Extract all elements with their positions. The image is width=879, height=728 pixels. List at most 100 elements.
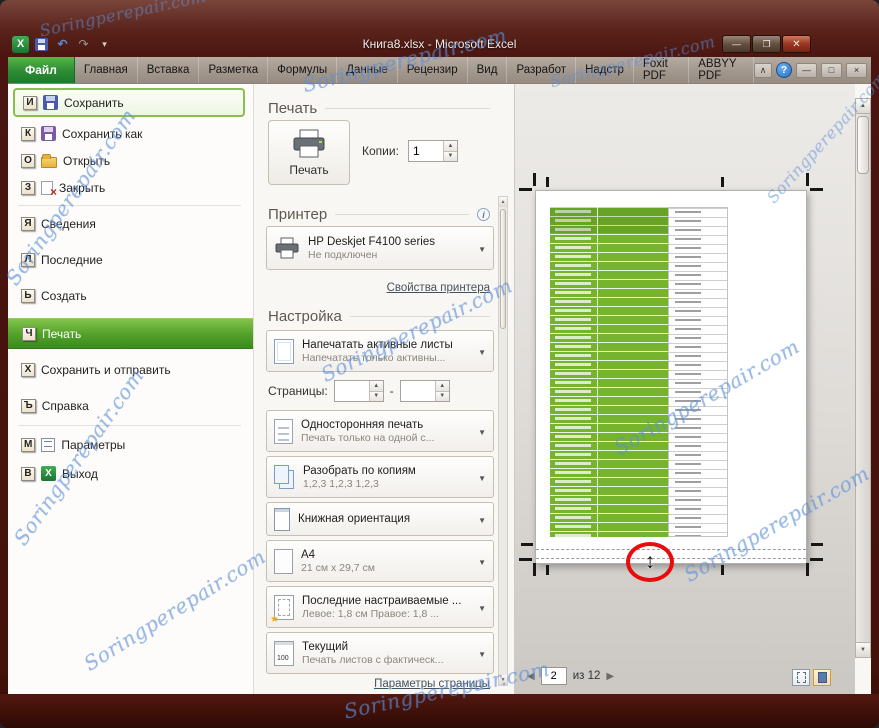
sidebar-item-recent[interactable]: Л Последние xyxy=(13,246,245,273)
tab-view[interactable]: Вид xyxy=(468,57,508,83)
info-icon[interactable] xyxy=(477,208,490,221)
doc-minimize-button[interactable] xyxy=(796,62,817,78)
preview-scrollbar[interactable] xyxy=(855,98,871,658)
keytip-badge: Ъ xyxy=(21,398,36,413)
sidebar-item-open[interactable]: О Открыть xyxy=(13,147,245,174)
margin-handle[interactable] xyxy=(533,173,536,186)
doc-restore-button[interactable] xyxy=(821,62,842,78)
excel-logo-icon[interactable]: X xyxy=(12,35,29,53)
page-setup-link[interactable]: Параметры страницы xyxy=(374,678,490,690)
chevron-down-icon xyxy=(478,342,486,360)
scroll-down-icon[interactable] xyxy=(856,642,870,657)
bottom-margin-line[interactable] xyxy=(536,549,806,550)
sidebar-item-save[interactable]: И Сохранить xyxy=(13,88,245,117)
margin-handle[interactable] xyxy=(806,173,809,186)
dropdown-subtitle: 1,2,3 1,2,3 1,2,3 xyxy=(303,477,379,490)
scaling-dropdown[interactable]: Текущий Печать листов с фактическ... xyxy=(266,632,494,674)
sidebar-item-options[interactable]: М Параметры xyxy=(13,431,245,458)
save-quick-button[interactable] xyxy=(33,36,50,53)
tab-review[interactable]: Рецензир xyxy=(398,57,468,83)
margin-handle[interactable] xyxy=(721,177,724,187)
minimize-button[interactable] xyxy=(722,35,751,53)
close-button[interactable] xyxy=(782,35,811,53)
tab-home[interactable]: Главная xyxy=(75,57,138,83)
sidebar-item-save-as[interactable]: К Сохранить как xyxy=(13,120,245,147)
margin-handle[interactable] xyxy=(810,558,823,561)
previous-page-icon[interactable] xyxy=(527,671,535,682)
scrollbar-thumb[interactable] xyxy=(857,116,869,174)
margin-handle[interactable] xyxy=(533,563,536,576)
backstage-view: И Сохранить К Сохранить как О Открыть З … xyxy=(8,84,871,694)
sidebar-item-close[interactable]: З Закрыть xyxy=(13,174,245,201)
next-page-icon[interactable] xyxy=(606,671,614,682)
spin-down-icon[interactable] xyxy=(435,390,449,401)
duplex-dropdown[interactable]: Односторонняя печать Печать только на од… xyxy=(266,410,494,452)
printer-dropdown[interactable]: HP Deskjet F4100 series Не подключен xyxy=(266,226,494,270)
help-icon[interactable] xyxy=(776,62,792,78)
scroll-up-icon[interactable] xyxy=(499,197,507,207)
sidebar-item-new[interactable]: Ь Создать xyxy=(13,282,245,309)
sidebar-item-label: Сохранить как xyxy=(62,126,143,141)
margin-handle[interactable] xyxy=(810,188,823,191)
margin-handle[interactable] xyxy=(546,177,549,187)
tab-developer[interactable]: Разработ xyxy=(507,57,577,83)
page-to-input[interactable] xyxy=(400,381,435,401)
tab-insert[interactable]: Вставка xyxy=(138,57,200,83)
copies-input[interactable] xyxy=(409,141,443,161)
print-button[interactable]: Печать xyxy=(268,120,350,185)
spin-down-icon[interactable] xyxy=(369,390,383,401)
margin-handle[interactable] xyxy=(811,543,823,546)
collate-dropdown[interactable]: Разобрать по копиям 1,2,3 1,2,3 1,2,3 xyxy=(266,456,494,498)
paper-size-dropdown[interactable]: A4 21 см x 29,7 см xyxy=(266,540,494,582)
qat-dropdown-icon[interactable] xyxy=(96,36,113,53)
tab-addins[interactable]: Надстр xyxy=(576,57,634,83)
margin-handle[interactable] xyxy=(721,565,724,575)
sidebar-item-save-send[interactable]: Х Сохранить и отправить xyxy=(13,356,245,383)
pages-dash: - xyxy=(389,384,394,398)
sidebar-item-exit[interactable]: В Выход xyxy=(13,460,245,487)
undo-button[interactable] xyxy=(54,36,71,53)
redo-button[interactable] xyxy=(75,36,92,53)
page-from-input[interactable] xyxy=(334,381,369,401)
margin-handle[interactable] xyxy=(519,558,532,561)
tab-page-layout[interactable]: Разметка xyxy=(199,57,269,83)
tab-foxit-pdf[interactable]: Foxit PDF xyxy=(634,57,690,83)
sidebar-item-help[interactable]: Ъ Справка xyxy=(13,392,245,419)
maximize-button[interactable] xyxy=(752,35,781,53)
dropdown-title: Односторонняя печать xyxy=(301,418,424,431)
spin-down-icon[interactable] xyxy=(444,150,457,161)
margin-handle[interactable] xyxy=(546,565,549,575)
tab-file[interactable]: Файл xyxy=(8,57,75,83)
scrollbar-thumb[interactable] xyxy=(500,209,506,329)
print-settings-panel: Печать Печать Копии: При xyxy=(254,84,510,694)
spin-up-icon[interactable] xyxy=(435,381,449,391)
settings-scrollbar[interactable] xyxy=(498,196,508,686)
margin-handle[interactable] xyxy=(521,543,533,546)
spin-up-icon[interactable] xyxy=(369,381,383,391)
tab-formulas[interactable]: Формулы xyxy=(268,57,338,83)
dropdown-title: Книжная ориентация xyxy=(298,513,411,525)
spin-up-icon[interactable] xyxy=(444,141,457,151)
print-what-dropdown[interactable]: Напечатать активные листы Напечатать тол… xyxy=(266,330,494,372)
tab-abbyy-pdf[interactable]: ABBYY PDF xyxy=(689,57,754,83)
margin-handle[interactable] xyxy=(519,188,532,191)
title-bar: X Книга8.xlsx - Microsoft Excel xyxy=(8,31,871,57)
zoom-to-page-button[interactable] xyxy=(813,669,831,686)
doc-close-button[interactable] xyxy=(846,62,867,78)
ribbon-collapse-icon[interactable] xyxy=(754,62,772,78)
chevron-down-icon xyxy=(478,468,486,486)
printer-properties-link[interactable]: Свойства принтера xyxy=(387,282,490,294)
keytip-badge: Я xyxy=(21,216,35,231)
orientation-dropdown[interactable]: Книжная ориентация xyxy=(266,502,494,536)
show-margins-button[interactable] xyxy=(792,669,810,686)
current-page-input[interactable] xyxy=(540,667,567,685)
scroll-up-icon[interactable] xyxy=(856,99,870,114)
sidebar-item-print[interactable]: Ч Печать xyxy=(8,318,253,349)
margins-toggle-icon xyxy=(796,672,806,683)
margins-dropdown[interactable]: Последние настраиваемые ... Левое: 1,8 с… xyxy=(266,586,494,628)
restore-icon xyxy=(762,39,770,50)
scroll-down-icon[interactable] xyxy=(499,675,507,685)
sidebar-item-info[interactable]: Я Сведения xyxy=(13,210,245,237)
margin-handle[interactable] xyxy=(806,563,809,576)
tab-data[interactable]: Данные xyxy=(337,57,398,83)
